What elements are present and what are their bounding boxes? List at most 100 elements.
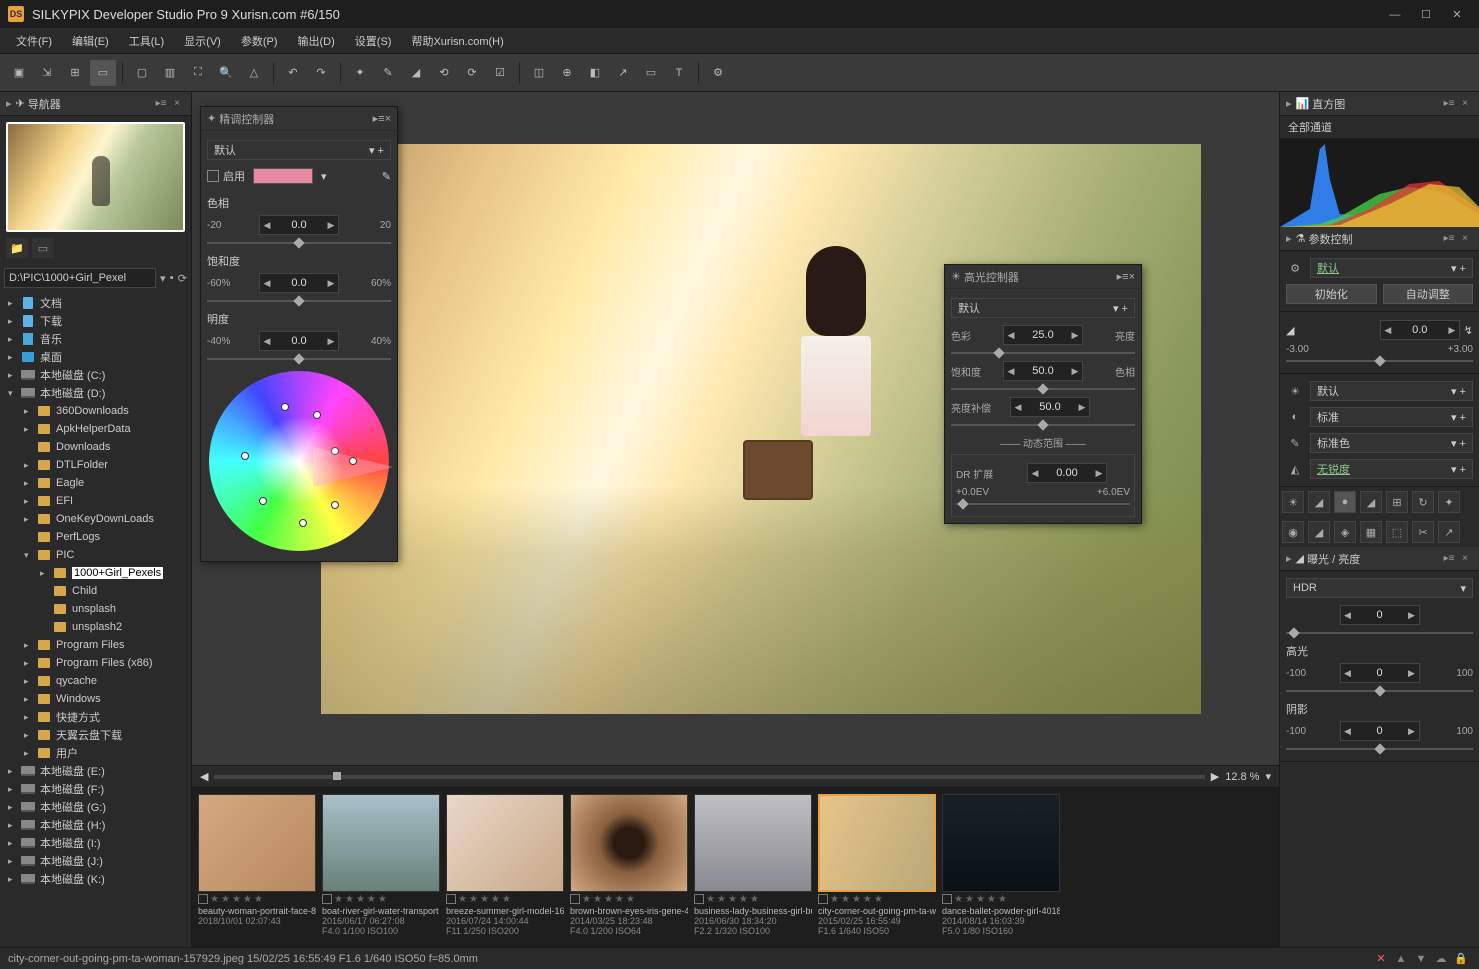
color-dropdown[interactable]: 标准色▾ + bbox=[1310, 433, 1473, 453]
menu-item-6[interactable]: 设置(S) bbox=[345, 33, 402, 49]
tree-item[interactable]: ▸ApkHelperData bbox=[0, 420, 191, 438]
expand-icon[interactable]: ▾ bbox=[8, 388, 20, 399]
tree-item[interactable]: ▸Program Files bbox=[0, 636, 191, 654]
status-lock-icon[interactable]: 🔒 bbox=[1451, 952, 1471, 965]
brush-button[interactable]: ✎ bbox=[375, 60, 401, 86]
tree-item[interactable]: ▾PIC bbox=[0, 546, 191, 564]
close-button[interactable]: ✕ bbox=[1443, 8, 1471, 21]
wb-dropdown[interactable]: 默认▾ + bbox=[1310, 381, 1473, 401]
fc-sat-slider[interactable] bbox=[207, 297, 391, 305]
zoom-out-button[interactable]: ◀ bbox=[200, 770, 208, 783]
thumb-rating[interactable]: ★★★★★ bbox=[446, 892, 564, 906]
tree-item[interactable]: ▸OneKeyDownLoads bbox=[0, 510, 191, 528]
highlight-slider[interactable] bbox=[1286, 687, 1473, 695]
panel-menu-button[interactable]: ▸≡ bbox=[1441, 553, 1457, 564]
hl-lum-spinner[interactable]: ◀50.0▶ bbox=[1010, 397, 1090, 417]
tool-2[interactable]: ⇲ bbox=[34, 60, 60, 86]
fc-lum-spinner[interactable]: ◀0.0▶ bbox=[259, 331, 339, 351]
tree-item[interactable]: ▸快捷方式 bbox=[0, 708, 191, 726]
expand-icon[interactable]: ▸ bbox=[8, 838, 20, 849]
export-button[interactable]: ↗ bbox=[610, 60, 636, 86]
param-preset-dropdown[interactable]: 默认▾ + bbox=[1310, 258, 1473, 278]
maximize-button[interactable]: ☐ bbox=[1412, 8, 1440, 21]
collapse-icon[interactable]: ▸ bbox=[1286, 552, 1292, 565]
init-button[interactable]: 初始化 bbox=[1286, 284, 1377, 304]
fc-preset-dropdown[interactable]: 默认▾ + bbox=[207, 140, 391, 160]
tree-item[interactable]: ▸Program Files (x86) bbox=[0, 654, 191, 672]
output-tool-icon[interactable]: ↗ bbox=[1438, 521, 1460, 543]
shadow-slider[interactable] bbox=[1286, 745, 1473, 753]
tree-item[interactable]: ▸Eagle bbox=[0, 474, 191, 492]
menu-item-7[interactable]: 帮助Xurisn.com(H) bbox=[401, 33, 513, 49]
panel-close-button[interactable]: × bbox=[169, 98, 185, 109]
expand-icon[interactable]: ▸ bbox=[24, 496, 36, 507]
color-wheel[interactable] bbox=[209, 371, 389, 551]
shadow-spinner[interactable]: ◀0▶ bbox=[1340, 721, 1420, 741]
thumb-image[interactable] bbox=[942, 794, 1060, 892]
nav-filter-button[interactable]: ▭ bbox=[32, 238, 54, 258]
thumb-rating[interactable]: ★★★★★ bbox=[942, 892, 1060, 906]
rotate-left-button[interactable]: ⟲ bbox=[431, 60, 457, 86]
swatch-dropdown[interactable]: ▾ bbox=[321, 170, 327, 183]
menu-item-3[interactable]: 显示(V) bbox=[174, 33, 231, 49]
zoom-button[interactable]: 🔍 bbox=[213, 60, 239, 86]
expand-icon[interactable]: ▸ bbox=[8, 766, 20, 777]
tree-item[interactable]: ▸1000+Girl_Pexels bbox=[0, 564, 191, 582]
collapse-icon[interactable]: ▸ bbox=[1286, 97, 1292, 110]
thumb-image[interactable] bbox=[570, 794, 688, 892]
panel-menu-button[interactable]: ▸≡ bbox=[153, 98, 169, 109]
check-button[interactable]: ☑ bbox=[487, 60, 513, 86]
hl-sat-slider[interactable] bbox=[951, 385, 1135, 393]
expand-icon[interactable]: ▸ bbox=[8, 334, 20, 345]
panel-menu-button[interactable]: ▸≡ bbox=[1117, 270, 1129, 283]
ev-slider[interactable] bbox=[1286, 357, 1473, 365]
tree-item[interactable]: ▸本地磁盘 (K:) bbox=[0, 870, 191, 888]
expand-icon[interactable]: ▸ bbox=[8, 874, 20, 885]
fc-hue-spinner[interactable]: ◀0.0▶ bbox=[259, 215, 339, 235]
tone-dropdown[interactable]: 标准▾ + bbox=[1310, 407, 1473, 427]
curve-tool-icon[interactable]: ◢ bbox=[1360, 491, 1382, 513]
auto-adjust-button[interactable]: 自动调整 bbox=[1383, 284, 1474, 304]
redo-button[interactable]: ↷ bbox=[308, 60, 334, 86]
thumbnail[interactable]: ★★★★★ business-lady-business-girl-bu 201… bbox=[694, 794, 812, 941]
expand-icon[interactable]: ▸ bbox=[8, 352, 20, 363]
status-cloud-icon[interactable]: ☁ bbox=[1431, 952, 1451, 965]
thumb-image[interactable] bbox=[198, 794, 316, 892]
expand-icon[interactable]: ▸ bbox=[8, 298, 20, 309]
tree-item[interactable]: ▸Windows bbox=[0, 690, 191, 708]
thumbnail[interactable]: ★★★★★ boat-river-girl-water-transport 20… bbox=[322, 794, 440, 941]
tree-item[interactable]: Child bbox=[0, 582, 191, 600]
tree-item[interactable]: ▸DTLFolder bbox=[0, 456, 191, 474]
tree-item[interactable]: ▸本地磁盘 (J:) bbox=[0, 852, 191, 870]
tree-item[interactable]: ▸本地磁盘 (H:) bbox=[0, 816, 191, 834]
hdr-spinner[interactable]: ◀0▶ bbox=[1340, 605, 1420, 625]
expand-icon[interactable]: ▸ bbox=[24, 514, 36, 525]
panel-menu-button[interactable]: ▸≡ bbox=[1441, 98, 1457, 109]
panel-close-button[interactable]: × bbox=[1129, 271, 1135, 283]
status-down-icon[interactable]: ▼ bbox=[1411, 953, 1431, 965]
tree-item[interactable]: ▸本地磁盘 (G:) bbox=[0, 798, 191, 816]
hdr-slider[interactable] bbox=[1286, 629, 1473, 637]
expand-icon[interactable]: ▸ bbox=[8, 802, 20, 813]
fc-hue-slider[interactable] bbox=[207, 239, 391, 247]
actual-button[interactable]: ▥ bbox=[157, 60, 183, 86]
settings-button[interactable]: ⚙ bbox=[705, 60, 731, 86]
tree-item[interactable]: ▸音乐 bbox=[0, 330, 191, 348]
navigator-preview[interactable] bbox=[6, 122, 185, 232]
lens-tool-icon[interactable]: ▦ bbox=[1360, 521, 1382, 543]
zoom-slider[interactable] bbox=[214, 775, 1204, 779]
hl-sat-spinner[interactable]: ◀50.0▶ bbox=[1003, 361, 1083, 381]
tree-item[interactable]: ▸天翼云盘下载 bbox=[0, 726, 191, 744]
expand-icon[interactable]: ▸ bbox=[24, 712, 36, 723]
panel-close-button[interactable]: × bbox=[1457, 553, 1473, 564]
perspective-tool-icon[interactable]: ⬚ bbox=[1386, 521, 1408, 543]
ev-reset-icon[interactable]: ↯ bbox=[1464, 324, 1473, 337]
level-tool-icon[interactable]: ⊞ bbox=[1386, 491, 1408, 513]
expand-icon[interactable]: ▸ bbox=[24, 730, 36, 741]
minimize-button[interactable]: — bbox=[1381, 9, 1409, 21]
hl-preset-dropdown[interactable]: 默认▾ + bbox=[951, 298, 1135, 318]
expand-icon[interactable]: ▸ bbox=[24, 694, 36, 705]
nav-folder-button[interactable]: 📁 bbox=[6, 238, 28, 258]
fc-lum-slider[interactable] bbox=[207, 355, 391, 363]
path-browse-button[interactable]: ▪ bbox=[170, 269, 174, 287]
